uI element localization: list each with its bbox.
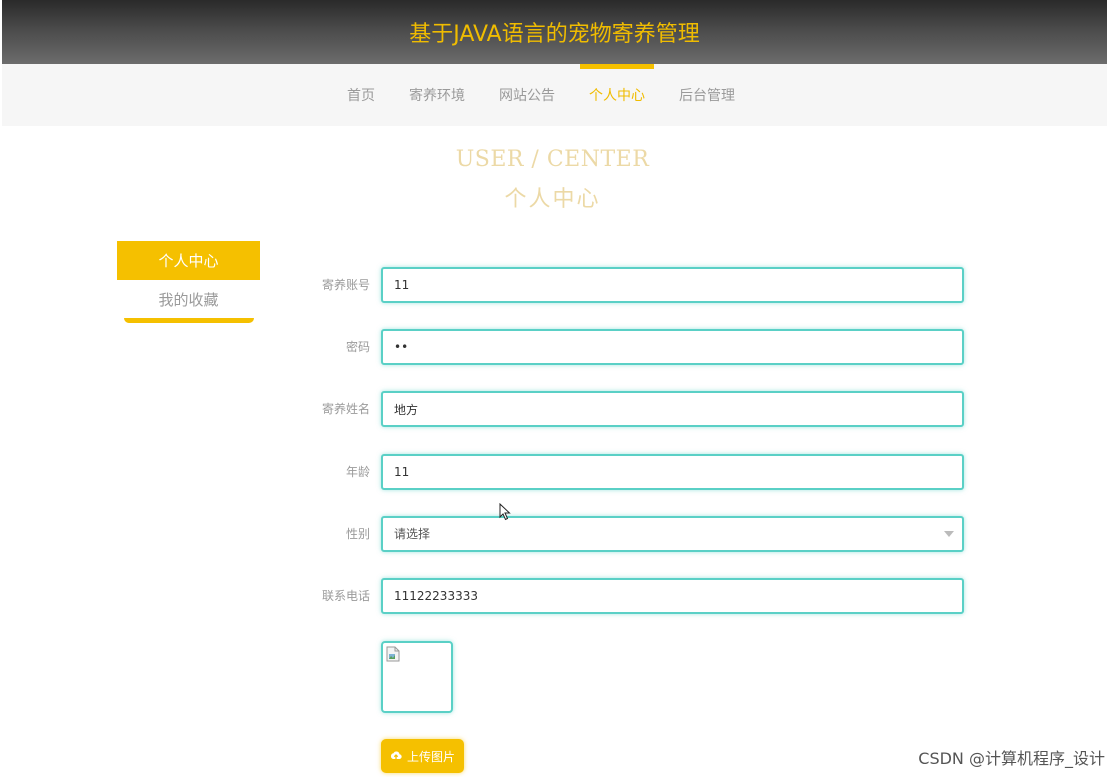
nav-item-home[interactable]: 首页 — [330, 64, 392, 126]
account-label: 寄养账号 — [321, 278, 370, 292]
page-title-english: USER / CENTER — [455, 147, 650, 172]
form-row-name: 寄养姓名 — [300, 391, 964, 427]
site-header: 基于JAVA语言的宠物寄养管理 — [2, 0, 1107, 64]
phone-label: 联系电话 — [321, 589, 370, 603]
form-row-password: 密码 — [300, 329, 964, 365]
gender-select-value: 请选择 — [394, 527, 431, 541]
form-row-gender: 性别 请选择 — [300, 516, 964, 552]
age-input[interactable] — [381, 454, 964, 490]
password-label: 密码 — [345, 340, 370, 354]
broken-image-icon — [386, 646, 400, 662]
nav-item-user-center[interactable]: 个人中心 — [572, 64, 662, 126]
form-row-account: 寄养账号 — [300, 267, 964, 303]
upload-cloud-icon — [390, 751, 402, 760]
nav-item-admin[interactable]: 后台管理 — [662, 64, 752, 126]
name-label: 寄养姓名 — [321, 402, 370, 416]
phone-input[interactable] — [381, 578, 964, 614]
nav-items: 首页 寄养环境 网站公告 个人中心 后台管理 — [330, 64, 752, 126]
page: 基于JAVA语言的宠物寄养管理 首页 寄养环境 网站公告 个人中心 后台管理 U… — [0, 0, 1117, 777]
main-nav: 首页 寄养环境 网站公告 个人中心 后台管理 — [2, 64, 1107, 126]
page-title-chinese: 个人中心 — [504, 187, 601, 212]
account-input[interactable] — [381, 267, 964, 303]
csdn-watermark: CSDN @计算机程序_设计 — [918, 749, 1105, 768]
side-item-favorites[interactable]: 我的收藏 — [117, 280, 260, 318]
form-row-age: 年龄 — [300, 454, 964, 490]
name-input[interactable] — [381, 391, 964, 427]
chevron-down-icon — [944, 531, 954, 537]
password-input[interactable] — [381, 329, 964, 365]
mouse-cursor-icon — [499, 503, 511, 521]
age-label: 年龄 — [345, 465, 370, 479]
nav-item-announcements[interactable]: 网站公告 — [482, 64, 572, 126]
nav-item-environment[interactable]: 寄养环境 — [392, 64, 482, 126]
gender-label: 性别 — [345, 527, 370, 541]
side-menu-underline — [123, 318, 254, 323]
avatar-image-preview[interactable] — [381, 641, 453, 713]
form-row-phone: 联系电话 — [300, 578, 964, 614]
site-title: 基于JAVA语言的宠物寄养管理 — [409, 22, 700, 47]
gender-select[interactable]: 请选择 — [381, 516, 964, 552]
upload-button-label: 上传图片 — [406, 749, 455, 764]
upload-image-button[interactable]: 上传图片 — [381, 739, 464, 773]
side-menu: 个人中心 我的收藏 — [117, 241, 260, 323]
side-item-user-center[interactable]: 个人中心 — [117, 241, 260, 280]
